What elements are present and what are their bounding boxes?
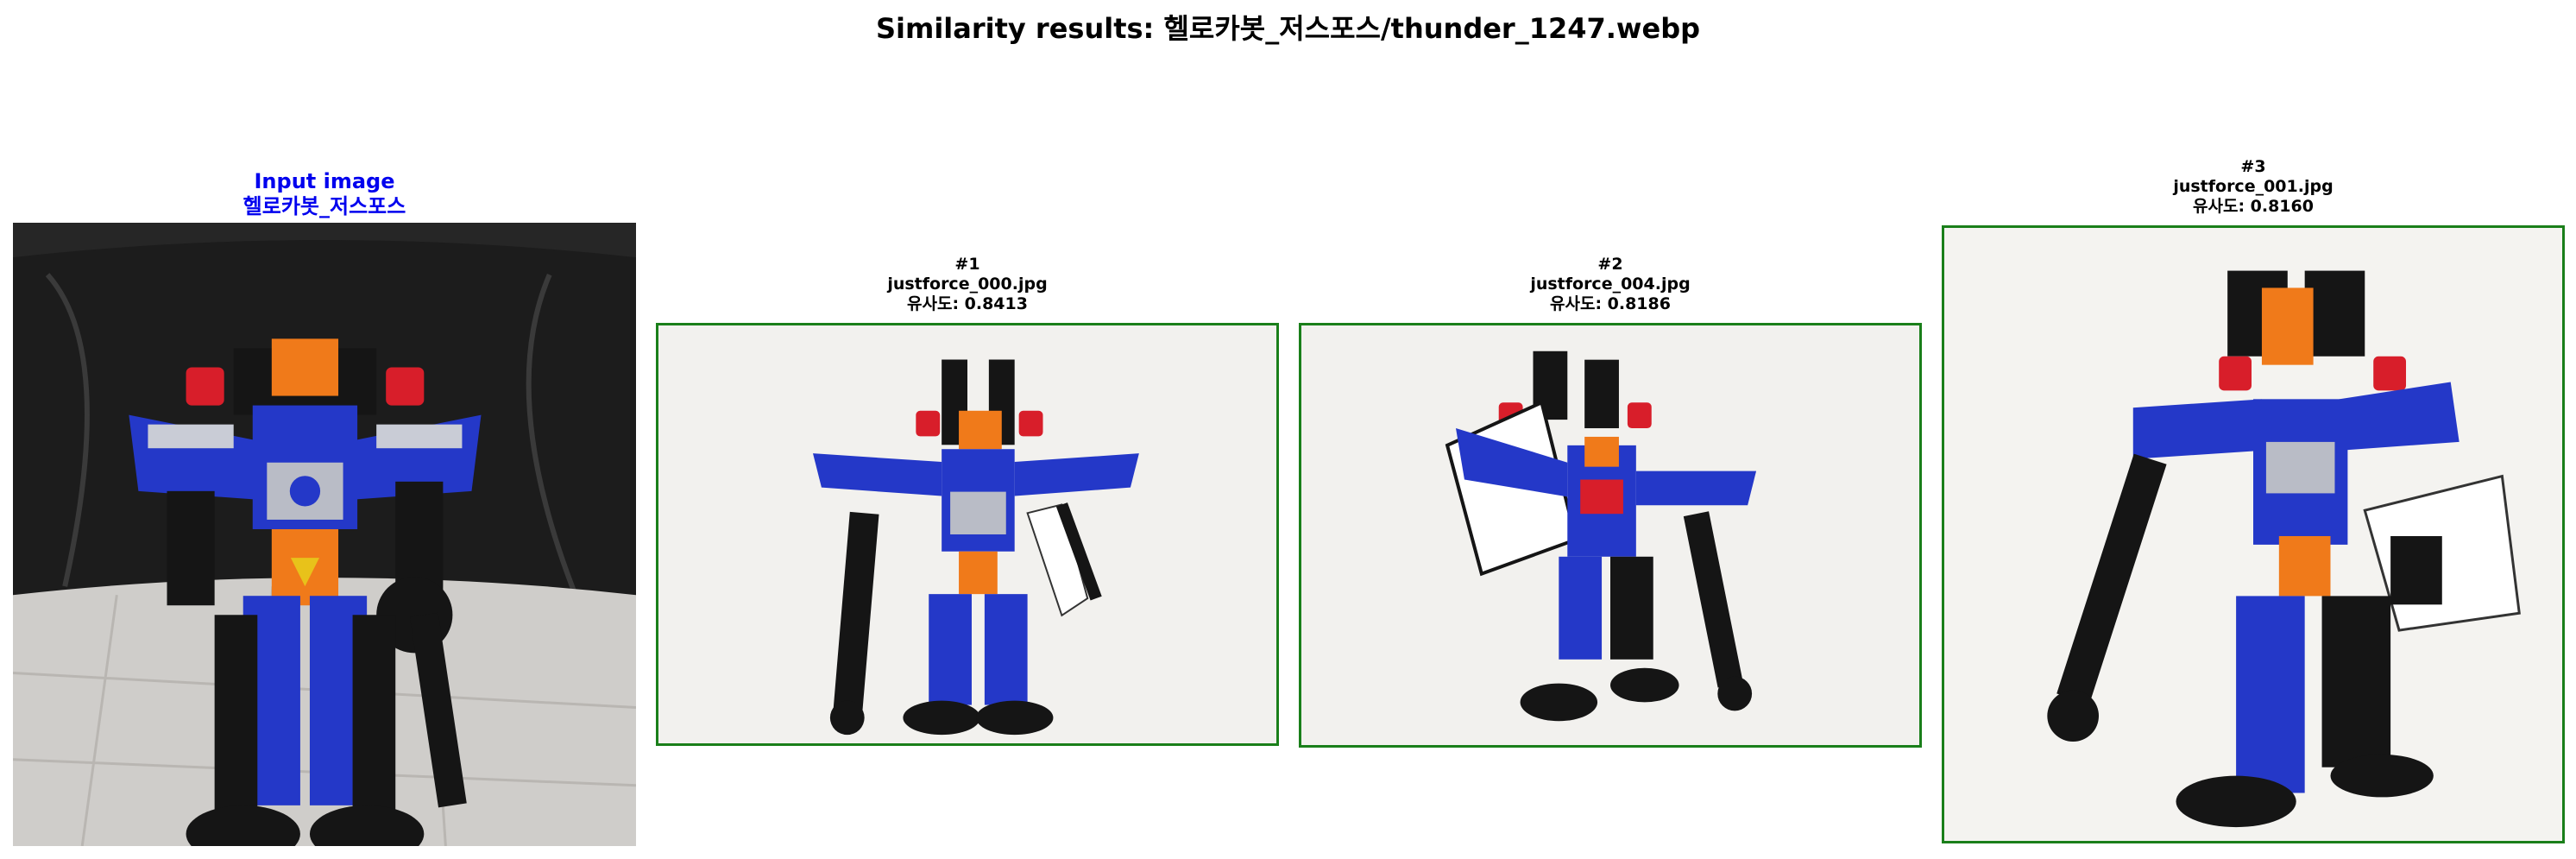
result-image-1 [656, 323, 1279, 746]
result-image-3 [1942, 225, 2565, 843]
result-caption-2: #2 justforce_004.jpg 유사도: 0.8186 [1299, 255, 1922, 313]
result-filename: justforce_000.jpg [887, 274, 1048, 294]
input-image [13, 223, 636, 846]
result-filename: justforce_004.jpg [1530, 274, 1691, 294]
result-caption-3: #3 justforce_001.jpg 유사도: 0.8160 [1942, 157, 2565, 216]
input-label: Input image [254, 169, 395, 193]
result-rank: #3 [2240, 157, 2266, 176]
result-score: 유사도: 0.8160 [2193, 196, 2314, 216]
result-caption-1: #1 justforce_000.jpg 유사도: 0.8413 [656, 255, 1279, 313]
input-class-name: 헬로카봇_저스포스 [242, 193, 406, 218]
result-filename: justforce_001.jpg [2173, 176, 2334, 196]
result-score: 유사도: 0.8413 [907, 294, 1028, 313]
result-image-2 [1299, 323, 1922, 748]
input-caption: Input image 헬로카봇_저스포스 [13, 169, 636, 219]
result-rank: #2 [1597, 255, 1623, 274]
result-rank: #1 [954, 255, 980, 274]
result-score: 유사도: 0.8186 [1550, 294, 1671, 313]
figure-title: Similarity results: 헬로카봇_저스포스/thunder_12… [875, 12, 1701, 45]
